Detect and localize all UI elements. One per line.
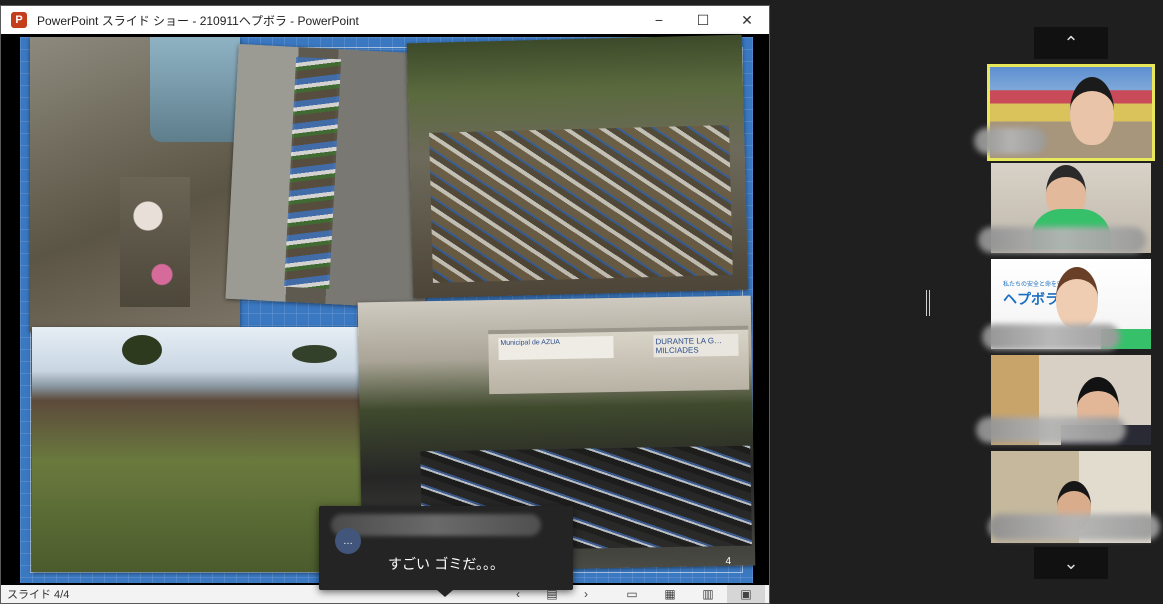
- reading-view-icon[interactable]: ▥: [689, 585, 727, 603]
- background-logo: ヘプボラ: [1003, 291, 1059, 307]
- chat-sender-name-blurred: [331, 514, 541, 536]
- minimize-button[interactable]: −: [637, 6, 681, 34]
- scroll-down-button[interactable]: ⌄: [1034, 547, 1108, 579]
- chat-message-text: すごい ゴミだ。。。: [387, 557, 505, 573]
- slide-counter: スライド 4/4: [7, 589, 70, 601]
- participant-video: [1056, 267, 1098, 329]
- powerpoint-app-icon: P: [11, 12, 27, 28]
- slideshow-view-icon[interactable]: ▣: [727, 585, 765, 603]
- photo-curb-litter: [225, 43, 439, 310]
- photo-sign-left: Municipal de AZUA: [498, 335, 614, 360]
- photo-ravine-garbage: [406, 34, 749, 299]
- slide-number: 4: [725, 556, 731, 567]
- normal-view-icon[interactable]: ▭: [613, 585, 651, 603]
- split-divider-handle[interactable]: [926, 290, 930, 316]
- slide[interactable]: Municipal de AZUA DURANTE LA G… MILCIADE…: [20, 34, 756, 583]
- photo-car: [150, 37, 240, 142]
- participant-name-blurred: [976, 417, 1126, 443]
- slide-area[interactable]: Municipal de AZUA DURANTE LA G… MILCIADE…: [1, 34, 769, 587]
- photo-tree: [122, 335, 162, 365]
- participant-video: [1070, 77, 1114, 145]
- participant-name-blurred: [978, 227, 1146, 253]
- slide-sorter-icon[interactable]: ▦: [651, 585, 689, 603]
- photo-trash-pile: [120, 177, 190, 307]
- photo-gutter-trash: [30, 37, 240, 332]
- participant-name-blurred: [974, 128, 1046, 154]
- window-title: PowerPoint スライド ショー - 210911ヘプボラ - Power…: [37, 13, 359, 28]
- photo-garbage-pile: [429, 125, 733, 283]
- toast-pointer: [437, 590, 453, 597]
- participant-name-blurred: [988, 514, 1160, 540]
- title-bar[interactable]: P PowerPoint スライド ショー - 210911ヘプボラ - Pow…: [1, 6, 769, 34]
- participant-name-blurred: [982, 324, 1120, 350]
- view-switcher: ▭ ▦ ▥ ▣: [613, 585, 765, 603]
- close-button[interactable]: ✕: [725, 6, 769, 34]
- chat-notification[interactable]: … すごい ゴミだ。。。: [319, 506, 573, 590]
- window-controls: − ☐ ✕: [637, 6, 769, 34]
- photo-sign-right: DURANTE LA G… MILCIADES: [653, 333, 739, 358]
- chat-avatar: …: [335, 528, 361, 554]
- photo-litter-strip: [284, 56, 342, 290]
- next-slide-icon[interactable]: ›: [577, 587, 595, 601]
- maximize-button[interactable]: ☐: [681, 6, 725, 34]
- photo-tree: [292, 345, 337, 363]
- scroll-up-button[interactable]: ⌃: [1034, 27, 1108, 59]
